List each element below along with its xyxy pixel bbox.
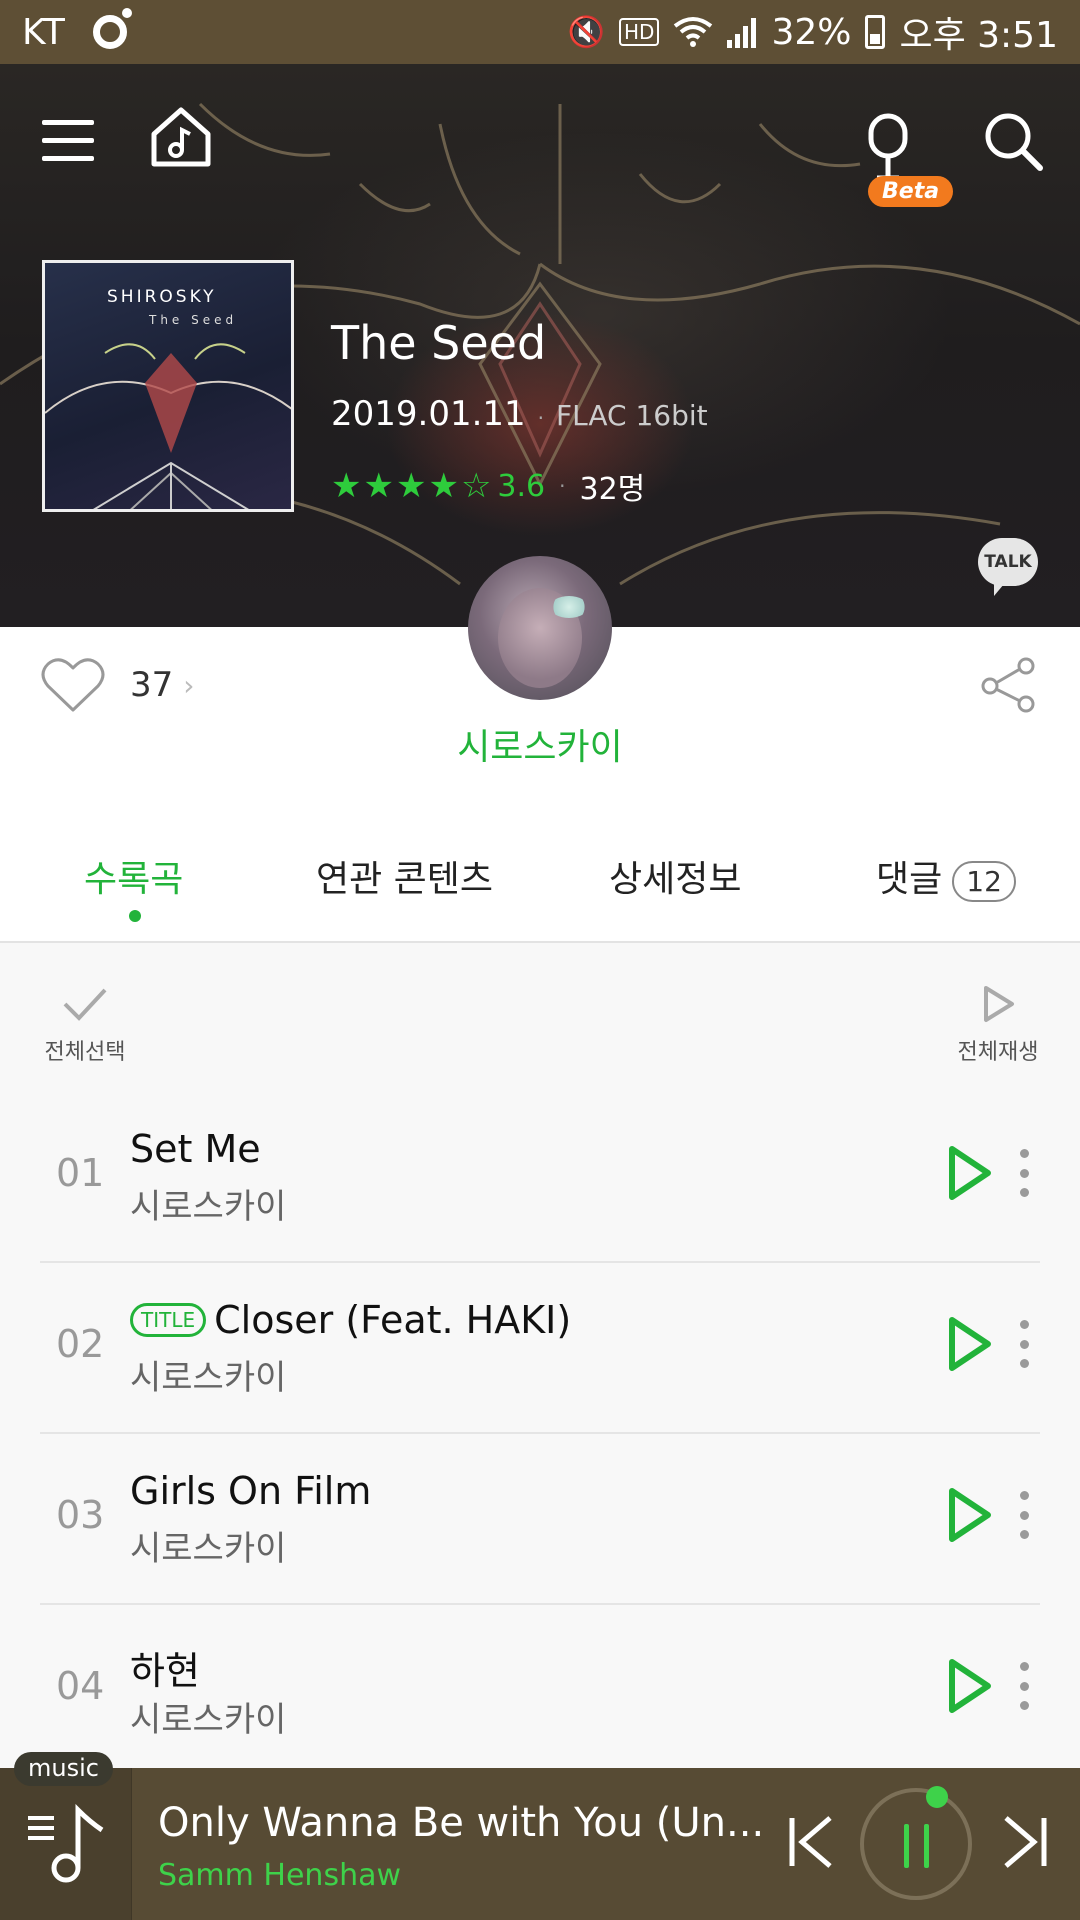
notification-icon — [92, 8, 132, 49]
track-number: 04 — [56, 1664, 105, 1708]
album-hero: Beta SHIROSKY The Seed The Seed 2019.01.… — [0, 64, 1080, 627]
track-title-text: Girls On Film — [130, 1469, 372, 1513]
track-artist: 시로스카이 — [130, 1700, 287, 1740]
row-divider — [40, 1603, 1040, 1605]
home-music-icon[interactable] — [148, 104, 214, 170]
next-icon[interactable] — [1000, 1814, 1050, 1870]
now-playing-artist: Samm Henshaw — [158, 1858, 402, 1893]
rating-separator: · — [559, 474, 566, 498]
album-rating[interactable]: ★ ★ ★ ★ ☆ 3.6 · 32명 — [331, 464, 645, 508]
tab-details[interactable]: 상세정보 — [609, 850, 741, 902]
album-meta: 2019.01.11 · FLAC 16bit — [331, 394, 708, 434]
playlist-button[interactable] — [0, 1768, 132, 1920]
cover-title-text: The Seed — [149, 313, 238, 327]
more-icon[interactable] — [1018, 1320, 1030, 1368]
mini-player[interactable]: Only Wanna Be with You (Un... Samm Hensh… — [0, 1768, 1080, 1920]
comment-count-badge: 12 — [952, 860, 1016, 902]
tab-divider — [0, 941, 1080, 943]
album-cover[interactable]: SHIROSKY The Seed — [42, 260, 294, 512]
play-icon[interactable] — [944, 1314, 994, 1374]
artist-name[interactable]: 시로스카이 — [0, 718, 1080, 770]
artist-avatar[interactable] — [468, 556, 612, 700]
release-date: 2019.01.11 — [331, 394, 526, 434]
active-tab-indicator — [129, 910, 141, 922]
track-row[interactable]: 04 하현 시로스카이 — [40, 1606, 1040, 1776]
music-chip: music — [14, 1752, 113, 1786]
previous-icon[interactable] — [786, 1814, 836, 1870]
rater-count: 32명 — [579, 472, 646, 507]
battery-icon — [865, 15, 886, 49]
audio-format: FLAC 16bit — [556, 399, 708, 432]
star-empty-icon: ☆ — [460, 466, 492, 506]
track-number: 01 — [56, 1151, 105, 1195]
progress-indicator — [926, 1786, 948, 1808]
track-title: 하현 — [130, 1640, 200, 1695]
playlist-music-icon — [28, 1804, 104, 1883]
row-divider — [40, 1261, 1040, 1263]
battery-percent: 32% — [771, 11, 852, 53]
status-bar: KT 🔇 HD 32% 오후 3:51 — [0, 0, 1080, 64]
hd-icon: HD — [619, 18, 660, 46]
carrier-label: KT — [22, 11, 65, 53]
track-number: 03 — [56, 1493, 105, 1537]
select-all-button[interactable]: 전체선택 — [40, 980, 130, 1066]
rating-stars: ★ ★ ★ ★ ☆ — [331, 466, 491, 506]
track-title-text: Set Me — [130, 1127, 261, 1171]
star-full-icon: ★ — [363, 466, 394, 506]
track-artist: 시로스카이 — [130, 1187, 287, 1227]
beta-badge: Beta — [868, 176, 954, 207]
more-icon[interactable] — [1018, 1491, 1030, 1539]
like-button[interactable]: 37 › — [40, 656, 194, 714]
wifi-icon — [674, 17, 713, 47]
talk-button[interactable]: TALK — [978, 538, 1038, 596]
check-icon — [63, 988, 107, 1021]
chevron-right-icon: › — [183, 668, 195, 702]
more-icon[interactable] — [1018, 1149, 1030, 1197]
now-playing-title: Only Wanna Be with You (Un... — [158, 1800, 765, 1846]
mute-icon: 🔇 — [567, 14, 605, 50]
track-title: TITLE Closer (Feat. HAKI) — [130, 1298, 571, 1342]
play-icon[interactable] — [944, 1656, 994, 1716]
track-title: Set Me — [130, 1127, 261, 1171]
menu-icon[interactable] — [40, 114, 96, 170]
track-artist: 시로스카이 — [130, 1358, 287, 1398]
track-number: 02 — [56, 1322, 105, 1366]
pause-icon — [904, 1824, 930, 1868]
tab-comments-label: 댓글 — [876, 859, 943, 900]
tab-tracks[interactable]: 수록곡 — [84, 850, 183, 902]
signal-icon — [727, 18, 757, 48]
tab-related[interactable]: 연관 콘텐츠 — [316, 850, 493, 902]
star-full-icon: ★ — [331, 466, 362, 506]
title-track-badge: TITLE — [130, 1303, 207, 1337]
heart-icon — [41, 658, 105, 712]
play-outline-icon — [984, 986, 1014, 1022]
star-full-icon: ★ — [395, 466, 427, 506]
search-icon[interactable] — [980, 108, 1046, 174]
like-count: 37 — [130, 665, 174, 705]
play-all-label: 전체재생 — [957, 1040, 1039, 1065]
play-all-button[interactable]: 전체재생 — [950, 980, 1046, 1066]
track-row[interactable]: 03 Girls On Film 시로스카이 — [40, 1435, 1040, 1605]
rating-score: 3.6 — [497, 468, 546, 504]
track-row[interactable]: 02 TITLE Closer (Feat. HAKI) 시로스카이 — [40, 1264, 1040, 1434]
track-artist: 시로스카이 — [130, 1529, 287, 1569]
track-title-text: Closer (Feat. HAKI) — [214, 1298, 572, 1342]
tab-comments[interactable]: 댓글 12 — [876, 850, 1016, 902]
star-full-icon: ★ — [428, 466, 459, 506]
play-icon[interactable] — [944, 1485, 994, 1545]
track-title-text: 하현 — [130, 1649, 200, 1693]
row-divider — [40, 1432, 1040, 1434]
track-title: Girls On Film — [130, 1469, 371, 1513]
track-row[interactable]: 01 Set Me 시로스카이 — [40, 1093, 1040, 1263]
select-all-label: 전체선택 — [44, 1040, 126, 1065]
cover-artist-text: SHIROSKY — [107, 287, 217, 307]
album-title: The Seed — [331, 316, 547, 370]
meta-separator: · — [537, 406, 545, 430]
more-icon[interactable] — [1018, 1662, 1030, 1710]
play-icon[interactable] — [944, 1143, 994, 1203]
share-icon[interactable] — [980, 656, 1038, 714]
clock: 오후 3:51 — [899, 15, 1058, 56]
